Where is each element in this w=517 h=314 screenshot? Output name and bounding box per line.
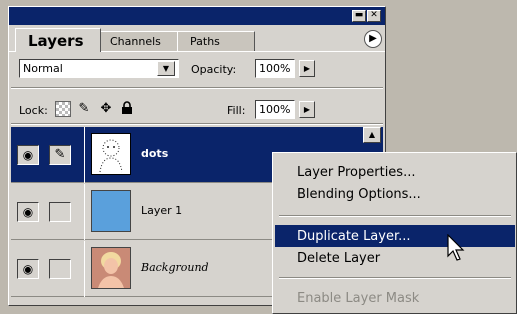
tab-paths[interactable]: Paths — [177, 31, 255, 51]
layer-name: dots — [141, 147, 169, 160]
opacity-value: 100% — [259, 62, 291, 75]
divider — [84, 184, 85, 240]
menu-item-layer-properties[interactable]: Layer Properties... — [275, 161, 515, 183]
paintbrush-icon[interactable]: ✎ — [49, 145, 71, 165]
menu-divider — [279, 277, 511, 279]
menu-item-blending-options[interactable]: Blending Options... — [275, 183, 515, 205]
fill-input[interactable]: 100% — [255, 100, 295, 119]
opacity-label: Opacity: — [191, 63, 237, 76]
eye-icon[interactable]: ◉ — [17, 145, 39, 165]
eye-icon[interactable]: ◉ — [17, 202, 39, 222]
layer-thumbnail — [91, 190, 131, 232]
chevron-down-icon[interactable]: ▼ — [157, 61, 175, 76]
divider — [84, 127, 85, 183]
lock-move-icon[interactable]: ✥ — [98, 101, 114, 117]
divider — [84, 241, 85, 297]
palette-menu-icon[interactable]: ▶ — [364, 30, 382, 48]
fill-value: 100% — [259, 103, 291, 116]
menu-item-duplicate-layer[interactable]: Duplicate Layer... — [275, 225, 515, 247]
menu-item-enable-layer-mask[interactable]: Enable Layer Mask — [275, 287, 515, 309]
tab-channels[interactable]: Channels — [97, 31, 181, 51]
eye-icon[interactable]: ◉ — [17, 259, 39, 279]
palette-tabs: Layers Channels Paths ▶ — [9, 25, 385, 52]
layer-link-toggle[interactable] — [49, 202, 71, 222]
opacity-slider-button[interactable]: ▶ — [299, 60, 315, 77]
divider — [11, 123, 383, 125]
minimize-icon[interactable]: ▬ — [352, 10, 366, 22]
layer-name: Layer 1 — [141, 204, 183, 217]
tab-layers[interactable]: Layers — [15, 28, 101, 52]
palette-title-bar[interactable]: ▬ ✕ — [9, 7, 385, 25]
menu-divider — [279, 215, 511, 217]
blend-mode-value: Normal — [23, 62, 63, 75]
fill-slider-button[interactable]: ▶ — [299, 101, 315, 118]
close-icon[interactable]: ✕ — [367, 10, 381, 22]
mouse-pointer-icon — [447, 233, 467, 262]
menu-item-delete-layer[interactable]: Delete Layer — [275, 247, 515, 269]
scroll-up-icon[interactable]: ▲ — [363, 127, 381, 143]
lock-transparency-icon[interactable] — [55, 101, 71, 117]
layer-thumbnail — [91, 247, 131, 289]
blend-mode-select[interactable]: Normal ▼ — [19, 59, 179, 78]
fill-label: Fill: — [227, 104, 246, 117]
lock-label: Lock: — [19, 104, 48, 117]
layer-name: Background — [141, 261, 209, 274]
layer-link-toggle[interactable] — [49, 259, 71, 279]
layer-thumbnail — [91, 133, 131, 175]
opacity-input[interactable]: 100% — [255, 59, 295, 78]
lock-all-icon[interactable] — [119, 101, 135, 117]
paintbrush-icon[interactable]: ✎ — [76, 101, 92, 117]
layer-context-menu: Layer Properties... Blending Options... … — [272, 152, 517, 314]
divider — [11, 87, 383, 89]
